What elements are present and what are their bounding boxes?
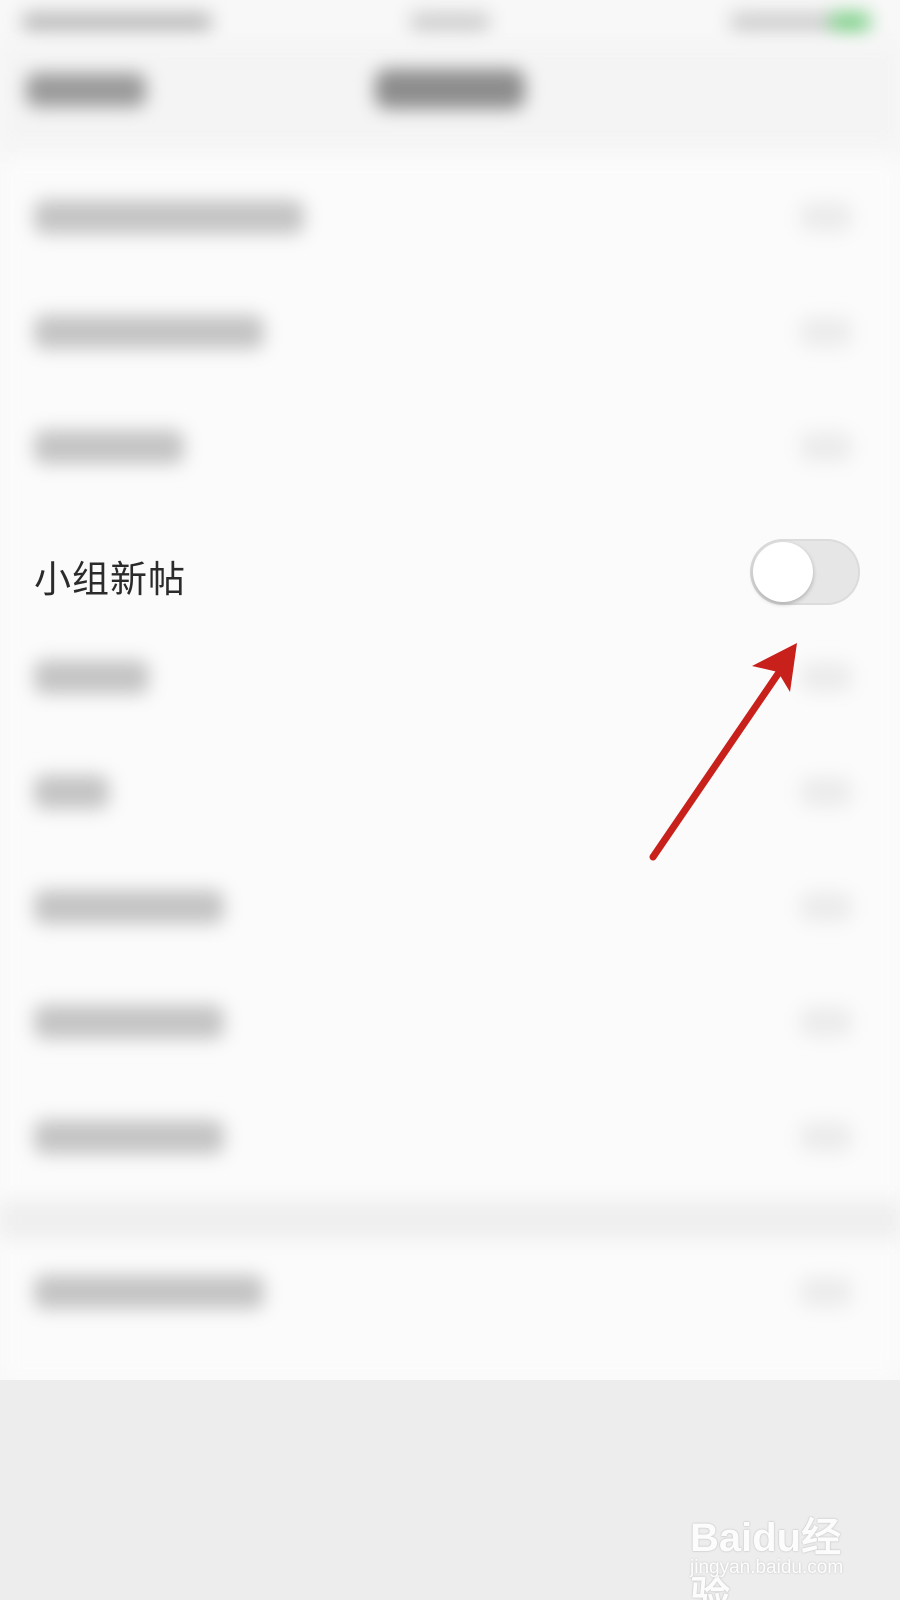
settings-row-label bbox=[34, 1120, 224, 1154]
settings-row-label bbox=[34, 1005, 224, 1039]
toggle-knob bbox=[753, 542, 813, 602]
settings-row[interactable] bbox=[0, 1235, 900, 1352]
settings-row-chevron[interactable] bbox=[800, 1277, 852, 1307]
settings-row-toggle[interactable] bbox=[800, 432, 852, 462]
settings-row-toggle[interactable] bbox=[800, 777, 852, 807]
back-button[interactable] bbox=[26, 73, 146, 107]
settings-row-toggle[interactable] bbox=[800, 1122, 852, 1152]
settings-row[interactable] bbox=[0, 275, 900, 392]
settings-row[interactable] bbox=[0, 850, 900, 967]
settings-row[interactable] bbox=[0, 160, 900, 277]
page-title bbox=[375, 69, 525, 109]
settings-row-toggle[interactable] bbox=[800, 1007, 852, 1037]
settings-row-label bbox=[34, 200, 304, 234]
navigation-bar bbox=[0, 45, 900, 145]
settings-row[interactable] bbox=[0, 735, 900, 852]
phone-screen: 小组新帖 Baidu经验 jingyan.baidu.com bbox=[0, 0, 900, 1600]
settings-row-label bbox=[34, 1275, 264, 1309]
settings-row-label bbox=[34, 890, 224, 924]
settings-list bbox=[0, 160, 900, 1380]
settings-row[interactable] bbox=[0, 1080, 900, 1197]
section-divider bbox=[0, 1200, 900, 1240]
settings-row-toggle[interactable] bbox=[800, 317, 852, 347]
battery-icon bbox=[830, 12, 870, 32]
settings-row-group-new-posts[interactable]: 小组新帖 bbox=[0, 515, 900, 625]
settings-row-toggle[interactable] bbox=[800, 662, 852, 692]
watermark-url: jingyan.baidu.com bbox=[690, 1557, 844, 1578]
settings-row-toggle[interactable] bbox=[800, 892, 852, 922]
settings-row-label bbox=[34, 430, 184, 464]
settings-row[interactable] bbox=[0, 390, 900, 507]
settings-row-label bbox=[34, 315, 264, 349]
settings-row[interactable] bbox=[0, 965, 900, 1082]
status-bar-time bbox=[410, 12, 490, 32]
settings-row-label bbox=[34, 660, 149, 694]
group-new-posts-toggle[interactable] bbox=[750, 539, 860, 605]
settings-row[interactable] bbox=[0, 620, 900, 737]
settings-row-label: 小组新帖 bbox=[34, 558, 186, 601]
settings-row-label bbox=[34, 775, 109, 809]
watermark-logo: Baidu经验 bbox=[690, 1516, 842, 1600]
settings-row-toggle[interactable] bbox=[800, 202, 852, 232]
status-bar-carrier bbox=[22, 12, 212, 32]
status-bar bbox=[0, 0, 900, 45]
watermark: Baidu经验 jingyan.baidu.com bbox=[690, 1495, 880, 1600]
